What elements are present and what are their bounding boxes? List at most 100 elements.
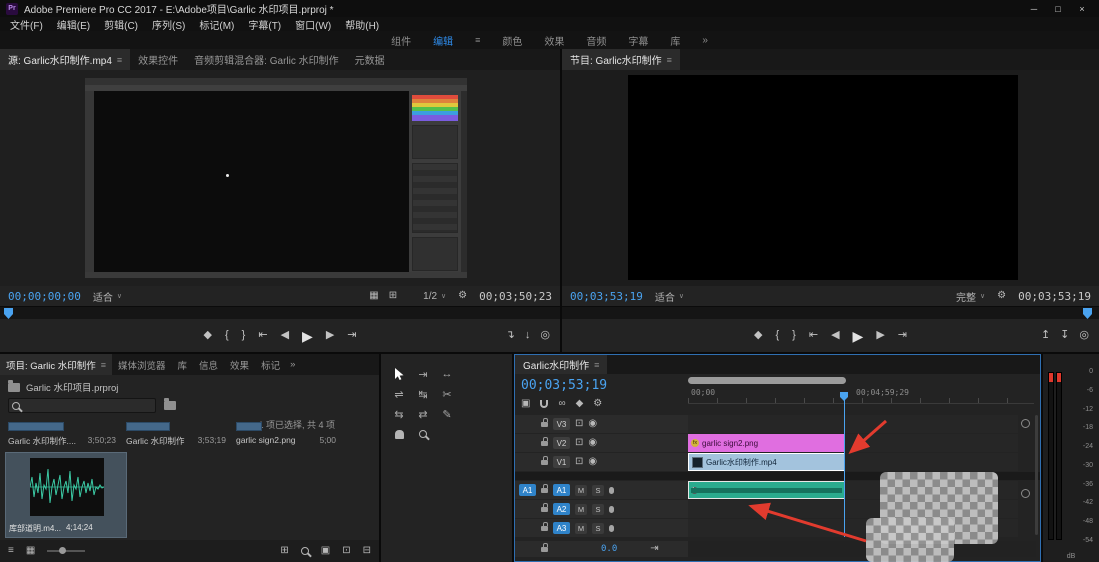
close-button[interactable]: × [1071,1,1093,16]
track-badge-a1[interactable]: A1 [553,484,570,496]
tab-program[interactable]: 节目: Garlic水印制作 ≡ [562,49,680,70]
insert-button[interactable]: ↴ [506,330,515,341]
selection-tool-icon[interactable] [389,366,409,382]
clip-garlic-video[interactable]: Garlic水印制作.mp4 [688,453,845,471]
export-frame-button[interactable]: ◎ [540,330,550,341]
lock-icon[interactable] [541,460,548,465]
program-playhead[interactable] [1083,308,1092,319]
find-icon[interactable] [301,547,309,555]
search-input[interactable] [8,398,156,413]
tab-project[interactable]: 项目: Garlic 水印制作 ≡ [0,354,112,375]
icon-view-icon[interactable]: ▦ [26,546,35,556]
timeline-zoom-scrollbar[interactable] [688,377,846,384]
go-to-out-button[interactable]: ⇥ [347,330,356,341]
step-back-button[interactable]: ◀ [281,330,289,341]
track-badge-a3[interactable]: A3 [553,522,570,534]
maximize-button[interactable]: □ [1047,1,1069,16]
thumbnail-zoom-slider[interactable] [47,550,85,552]
clip-garlic-audio[interactable]: fx [688,481,845,499]
workspace-tab-titles[interactable]: 字幕 [628,33,648,48]
mark-out-button[interactable]: } [792,330,796,341]
ripple-edit-tool-icon[interactable]: ↔ [437,366,457,382]
program-fit-select[interactable]: 适合 ∨ [655,289,684,304]
go-to-out-button[interactable]: ⇥ [898,330,907,341]
project-item-selected[interactable]: 库部道明.m4... 4;14;24 [5,452,127,538]
list-view-icon[interactable]: ≡ [8,546,14,556]
lock-icon[interactable] [541,526,548,531]
track-badge-a2[interactable]: A2 [553,503,570,515]
track-select-tool-icon[interactable]: ⇥ [413,366,433,382]
tab-libraries[interactable]: 库 [172,354,194,375]
automate-to-sequence-icon[interactable]: ⊞ [280,546,288,556]
panel-menu-icon[interactable]: ≡ [101,360,106,370]
track-visibility-eye-icon[interactable]: ◉ [588,438,597,448]
go-to-in-button[interactable]: ⇤ [809,330,818,341]
program-scrubber[interactable] [562,306,1099,319]
lock-icon[interactable] [541,422,548,427]
solo-button[interactable]: S [592,523,604,534]
project-item[interactable]: Garlic 水印制作.... 3;50;23 [8,422,116,447]
new-bin-icon[interactable]: ▣ [321,546,330,556]
nest-sequence-icon[interactable]: ▣ [521,399,530,409]
play-button[interactable]: ▶ [853,329,864,343]
clip-garlic-sign2[interactable]: fx garlic sign2.png [688,434,845,452]
menu-item-edit[interactable]: 编辑(E) [57,17,90,32]
menu-item-help[interactable]: 帮助(H) [345,17,379,32]
workspace-menu-icon[interactable]: ≡ [475,35,480,45]
menu-item-window[interactable]: 窗口(W) [295,17,331,32]
tab-markers[interactable]: 标记 [255,354,286,375]
rate-stretch-tool-icon[interactable]: ↹ [413,386,433,402]
source-badge-a1[interactable]: A1 [519,484,536,496]
timeline-ruler[interactable]: 00;00 00;04;59;29 [688,386,1034,404]
extract-button[interactable]: ↧ [1060,330,1069,341]
track-height-knob[interactable] [1021,419,1030,428]
safe-margins-icon[interactable]: ▦ [369,291,378,301]
timeline-vertical-scrollbar[interactable] [1035,415,1038,535]
program-quality-select[interactable]: 完整 ∨ [956,289,985,304]
snap-magnet-icon[interactable] [540,400,548,408]
track-lane-v2[interactable]: fx garlic sign2.png [688,434,1018,452]
tab-audio-clip-mixer[interactable]: 音频剪辑混合器: Garlic 水印制作 [186,49,346,70]
sync-lock-icon[interactable]: ⊡ [575,438,583,448]
source-resolution-select[interactable]: 1/2 ∨ [423,291,446,302]
menu-item-file[interactable]: 文件(F) [10,17,43,32]
slip-tool-icon[interactable]: ⇆ [389,406,409,422]
source-fit-select[interactable]: 适合 ∨ [93,289,122,304]
source-scrubber[interactable] [0,306,560,319]
track-height-knob[interactable] [1021,489,1030,498]
step-back-button[interactable]: ◀ [831,330,839,341]
project-tab-overflow-icon[interactable]: » [286,354,299,375]
mark-in-button[interactable]: { [225,330,229,341]
slide-tool-icon[interactable]: ⇄ [413,406,433,422]
project-item[interactable]: garlic sign2.png 5;00 [236,422,336,445]
minimize-button[interactable]: ─ [1023,1,1045,16]
mute-button[interactable]: M [575,504,587,515]
hand-tool-icon[interactable] [389,426,409,442]
step-forward-button[interactable]: ▶ [326,330,334,341]
sync-lock-icon[interactable]: ⊡ [575,419,583,429]
settings-wrench-icon[interactable]: ⚙ [458,291,467,301]
tab-media-browser[interactable]: 媒体浏览器 [112,354,172,375]
lock-icon[interactable] [541,547,548,552]
add-marker-icon[interactable]: ◆ [576,399,584,409]
project-item[interactable]: Garlic 水印制作 3;53;19 [126,422,226,447]
solo-button[interactable]: S [592,485,604,496]
linked-selection-icon[interactable]: ∞ [558,399,565,409]
sync-lock-icon[interactable]: ⊡ [575,457,583,467]
lift-button[interactable]: ↥ [1041,330,1050,341]
zoom-tool-icon[interactable] [413,426,433,442]
step-forward-button[interactable]: ▶ [876,330,884,341]
program-position-timecode[interactable]: 00;03;53;19 [570,290,643,303]
settings-wrench-icon[interactable]: ⚙ [997,291,1006,301]
pen-tool-icon[interactable]: ✎ [437,406,457,422]
source-playhead[interactable] [4,308,13,319]
rolling-edit-tool-icon[interactable]: ⇌ [389,386,409,402]
workspace-tab-effects[interactable]: 效果 [544,33,564,48]
panel-menu-icon[interactable]: ≡ [594,360,599,370]
razor-tool-icon[interactable]: ✂ [437,386,457,402]
mark-in-button[interactable]: { [775,330,779,341]
clip-indicator[interactable] [1057,373,1061,382]
track-badge-v1[interactable]: V1 [553,456,570,468]
track-visibility-eye-icon[interactable]: ◉ [588,419,597,429]
tab-sequence[interactable]: Garlic水印制作 ≡ [515,355,607,374]
